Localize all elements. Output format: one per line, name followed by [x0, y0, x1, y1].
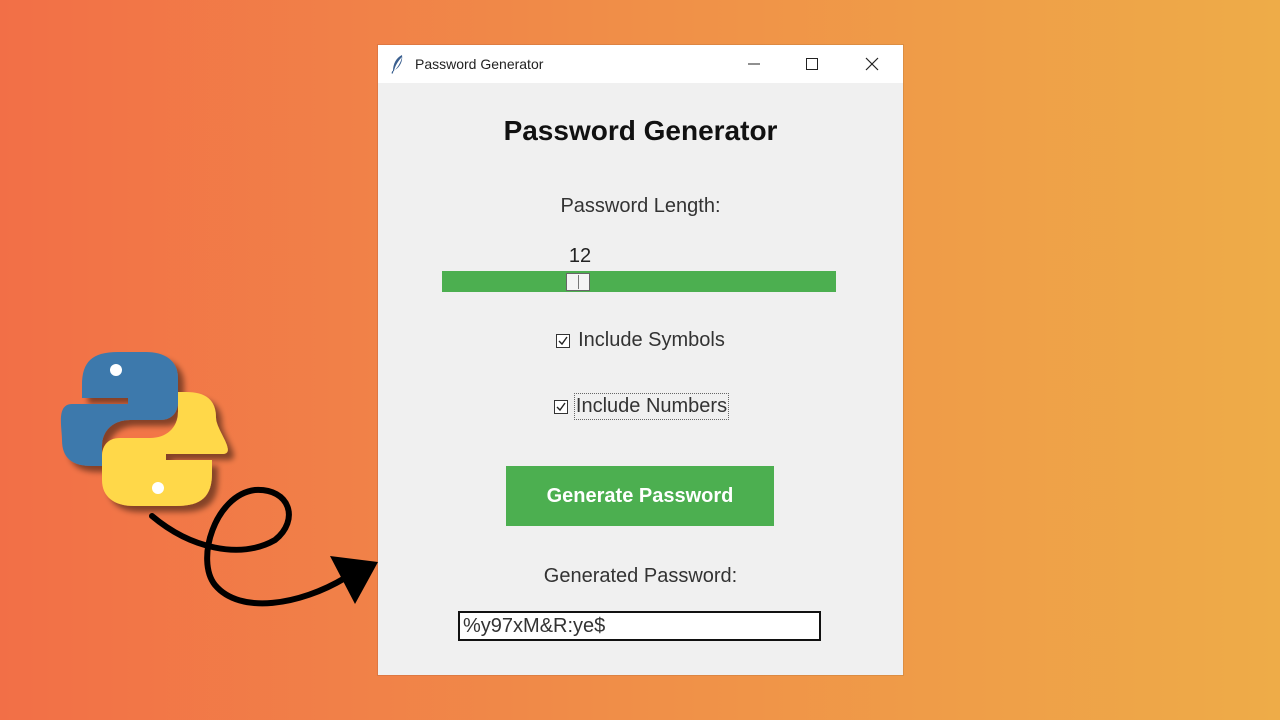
maximize-button[interactable]	[784, 45, 840, 83]
generated-password-field[interactable]	[458, 611, 821, 641]
python-logo	[60, 352, 228, 506]
minimize-button[interactable]	[726, 45, 782, 83]
numbers-checkbox[interactable]	[553, 399, 568, 414]
length-slider-track[interactable]	[442, 271, 836, 292]
maximize-icon	[806, 58, 818, 70]
minimize-icon	[748, 63, 760, 65]
checkmark-icon	[558, 336, 568, 345]
include-numbers-option[interactable]: Include Numbers	[378, 393, 903, 420]
symbols-label[interactable]: Include Symbols	[578, 329, 725, 352]
title-bar[interactable]: Password Generator	[378, 45, 903, 83]
page-title: Password Generator	[503, 115, 778, 146]
length-value: 12	[568, 245, 592, 267]
length-label: Password Length:	[560, 195, 721, 217]
close-icon	[865, 57, 879, 71]
generated-password-label: Generated Password:	[543, 565, 738, 587]
numbers-label[interactable]: Include Numbers	[573, 393, 730, 420]
close-button[interactable]	[844, 45, 900, 83]
length-slider-thumb[interactable]	[566, 273, 590, 291]
include-symbols-option[interactable]: Include Symbols	[378, 329, 903, 352]
curved-arrow	[149, 486, 378, 607]
generate-password-button[interactable]: Generate Password	[506, 466, 774, 526]
checkmark-icon	[556, 402, 566, 411]
window-title: Password Generator	[415, 56, 544, 72]
symbols-checkbox[interactable]	[556, 333, 571, 348]
app-window: Password Generator Password Generator Pa…	[378, 45, 903, 675]
feather-icon	[391, 55, 403, 74]
